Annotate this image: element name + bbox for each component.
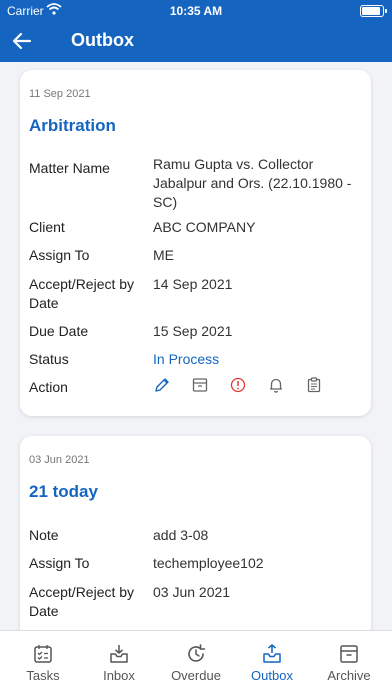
row-value: 03 Jun 2021 xyxy=(153,584,231,600)
tab-archive[interactable]: Archive xyxy=(310,631,388,697)
battery-icon xyxy=(360,5,387,17)
row-value: techemployee102 xyxy=(153,555,264,571)
edit-icon[interactable] xyxy=(153,376,171,394)
tab-label: Tasks xyxy=(26,668,60,683)
status-bar: Carrier 10:35 AM xyxy=(0,0,392,20)
task-title[interactable]: 21 today xyxy=(29,482,98,502)
row-label: Assign To xyxy=(29,247,90,263)
clock-time: 10:35 AM xyxy=(169,4,223,18)
task-title[interactable]: Arbitration xyxy=(29,116,116,136)
tab-overdue[interactable]: Overdue xyxy=(157,631,235,697)
bottom-tab-bar: Tasks Inbox Overdue Outbox Archive xyxy=(0,630,392,697)
page-title: Outbox xyxy=(71,30,134,50)
row-label: Assign To xyxy=(29,555,90,571)
row-label: Accept/Reject by Date xyxy=(29,584,135,619)
row-label: Note xyxy=(29,527,59,543)
tab-inbox[interactable]: Inbox xyxy=(80,631,158,697)
back-arrow-icon[interactable] xyxy=(10,29,34,53)
row-label: Action xyxy=(29,379,68,395)
row-value: 15 Sep 2021 xyxy=(153,323,233,339)
info-icon[interactable] xyxy=(229,376,247,394)
clipboard-icon[interactable] xyxy=(305,376,323,394)
row-value: ME xyxy=(153,247,174,263)
tab-label: Inbox xyxy=(103,668,135,683)
tab-tasks[interactable]: Tasks xyxy=(4,631,82,697)
app-header: Outbox xyxy=(0,20,392,62)
row-label: Client xyxy=(29,219,65,235)
tab-outbox[interactable]: Outbox xyxy=(233,631,311,697)
tab-label: Overdue xyxy=(171,668,221,683)
row-label: Accept/Reject by Date xyxy=(29,276,135,311)
row-label: Status xyxy=(29,351,69,367)
bell-icon[interactable] xyxy=(267,376,285,394)
task-card[interactable]: 11 Sep 2021 Arbitration Matter Name Ramu… xyxy=(20,70,371,416)
task-date: 03 Jun 2021 xyxy=(29,454,90,466)
row-value: 14 Sep 2021 xyxy=(153,276,233,292)
row-value: add 3-08 xyxy=(153,527,209,543)
tab-label: Archive xyxy=(327,668,371,683)
row-value: Ramu Gupta vs. Collector Jabalpur and Or… xyxy=(153,156,352,210)
row-label: Due Date xyxy=(29,323,89,339)
task-card[interactable]: 03 Jun 2021 21 today Note add 3-08 Assig… xyxy=(20,436,371,630)
status-value: In Process xyxy=(153,351,220,367)
task-date: 11 Sep 2021 xyxy=(29,88,91,100)
task-list[interactable]: 11 Sep 2021 Arbitration Matter Name Ramu… xyxy=(0,62,392,630)
archive-icon[interactable] xyxy=(191,376,209,394)
row-value: ABC COMPANY xyxy=(153,219,256,235)
tab-label: Outbox xyxy=(251,668,293,683)
row-label: Matter Name xyxy=(29,160,110,176)
